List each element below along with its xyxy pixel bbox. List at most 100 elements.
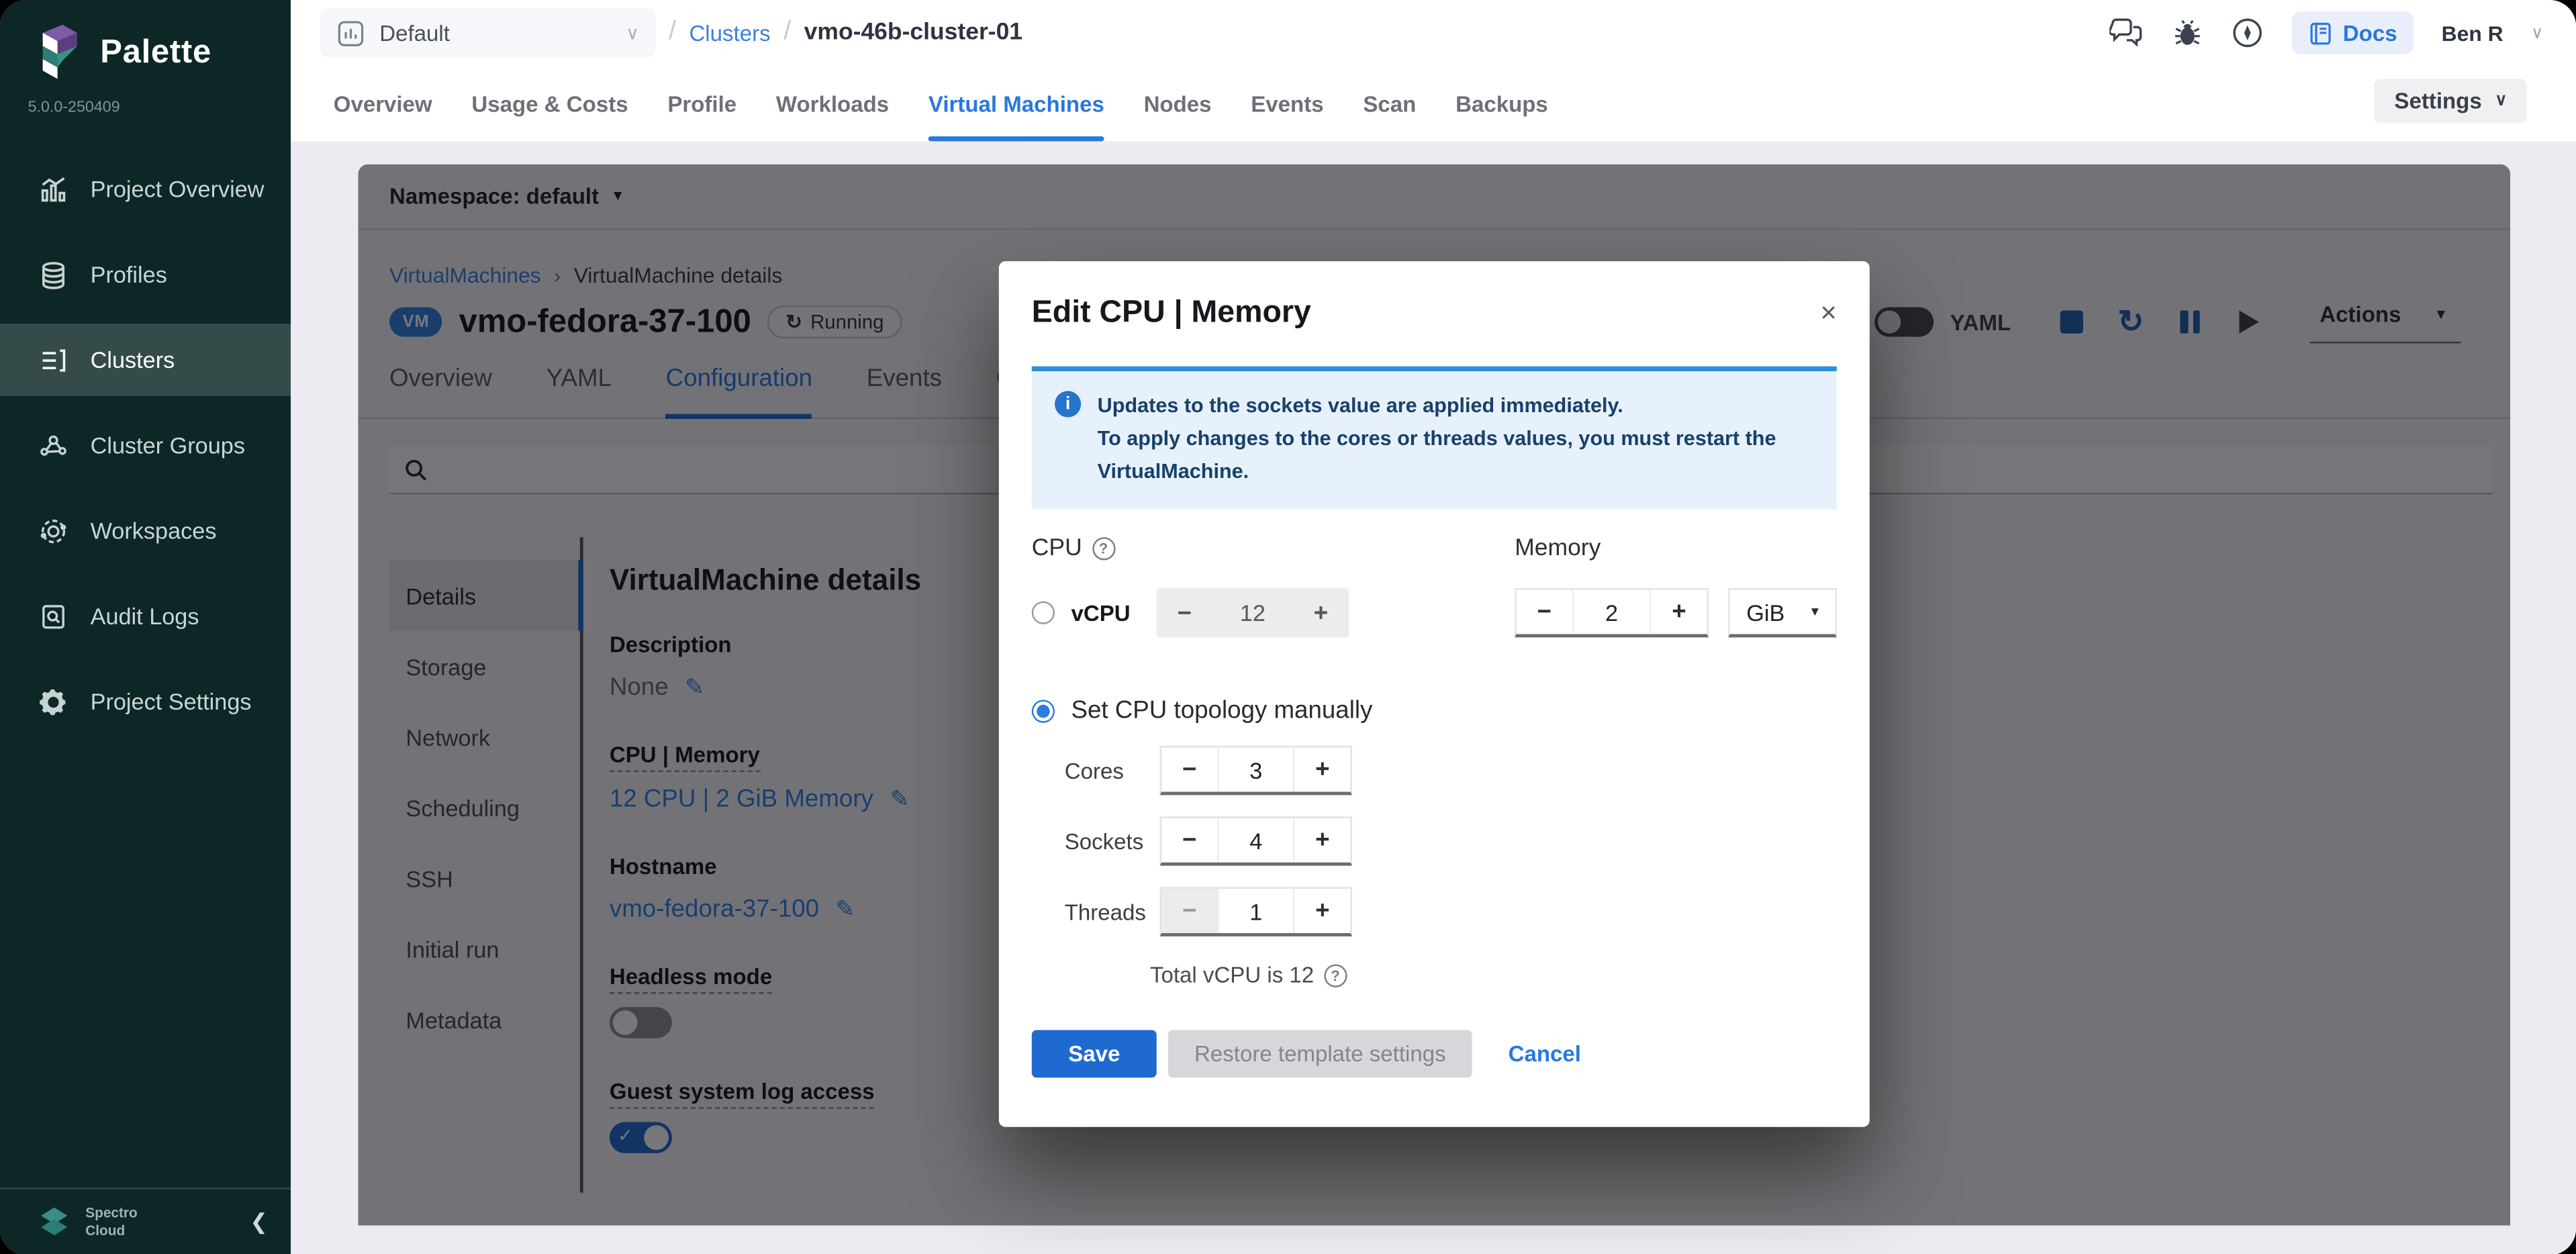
- tab-backups[interactable]: Backups: [1456, 66, 1548, 142]
- settings-button[interactable]: Settings ∨: [2375, 79, 2527, 123]
- tab-nodes[interactable]: Nodes: [1144, 66, 1212, 142]
- modal-title: Edit CPU | Memory: [1032, 295, 1311, 332]
- sidebar-collapse-icon[interactable]: ❮: [250, 1208, 268, 1235]
- sidebar: Palette 5.0.0-250409 Project Overview: [0, 0, 291, 1254]
- sockets-stepper: − 4 +: [1160, 816, 1352, 865]
- project-selector-value: Default: [379, 21, 450, 46]
- breadcrumb-clusters-link[interactable]: Clusters: [689, 21, 770, 46]
- layers-icon: [38, 258, 68, 289]
- breadcrumb-current: vmo-46b-cluster-01: [804, 19, 1022, 46]
- sidebar-item-label: Project Overview: [91, 176, 265, 202]
- threads-value[interactable]: 1: [1217, 889, 1294, 933]
- project-icon: [337, 19, 365, 47]
- cores-increment-button[interactable]: +: [1294, 747, 1350, 791]
- topology-radio[interactable]: [1032, 699, 1055, 722]
- info-line-1: Updates to the sockets value are applied…: [1098, 389, 1814, 422]
- info-line-2: To apply changes to the cores or threads…: [1098, 422, 1814, 488]
- tab-usage-costs[interactable]: Usage & Costs: [471, 66, 628, 142]
- cores-stepper: − 3 +: [1160, 746, 1352, 795]
- total-vcpu-label: Total vCPU is 12: [1150, 963, 1314, 987]
- chat-icon[interactable]: [2109, 18, 2144, 48]
- topology-label: Set CPU topology manually: [1071, 697, 1373, 725]
- sockets-value[interactable]: 4: [1217, 818, 1294, 863]
- sockets-decrement-button[interactable]: −: [1161, 818, 1217, 863]
- total-vcpu-help-icon[interactable]: ?: [1324, 963, 1347, 986]
- vcpu-label: vCPU: [1071, 600, 1157, 625]
- sidebar-item-label: Workspaces: [91, 518, 217, 544]
- network-icon: [38, 430, 68, 461]
- threads-label: Threads: [1065, 900, 1160, 924]
- spectro-cloud-name: Spectro Cloud: [85, 1204, 137, 1239]
- tab-profile[interactable]: Profile: [667, 66, 736, 142]
- sidebar-item-profiles[interactable]: Profiles: [0, 238, 291, 311]
- vcpu-value[interactable]: 12: [1212, 588, 1293, 637]
- tab-virtual-machines[interactable]: Virtual Machines: [928, 66, 1104, 142]
- sidebar-footer: Spectro Cloud ❮: [0, 1187, 291, 1254]
- edit-cpu-memory-modal: Edit CPU | Memory × i Updates to the soc…: [999, 261, 1870, 1127]
- memory-decrement-button[interactable]: −: [1517, 590, 1572, 634]
- threads-increment-button[interactable]: +: [1294, 889, 1350, 933]
- sidebar-item-label: Profiles: [91, 261, 167, 287]
- sidebar-item-cluster-groups[interactable]: Cluster Groups: [0, 409, 291, 481]
- tab-overview[interactable]: Overview: [334, 66, 432, 142]
- docs-button[interactable]: Docs: [2292, 11, 2414, 54]
- info-banner: i Updates to the sockets value are appli…: [1032, 367, 1837, 510]
- vcpu-increment-button[interactable]: +: [1293, 588, 1349, 637]
- sidebar-item-label: Project Settings: [91, 688, 252, 714]
- orbit-icon: [38, 515, 68, 546]
- version-label: 5.0.0-250409: [0, 82, 291, 116]
- vcpu-radio[interactable]: [1032, 601, 1055, 624]
- app-window: Palette 5.0.0-250409 Project Overview: [0, 0, 2576, 1254]
- memory-unit-select[interactable]: GiB ▾: [1728, 588, 1837, 637]
- topbar: Default ∨ / Clusters / vmo-46b-cluster-0…: [291, 0, 2576, 66]
- restore-template-button[interactable]: Restore template settings: [1168, 1030, 1472, 1077]
- tab-events[interactable]: Events: [1251, 66, 1323, 142]
- tab-workloads[interactable]: Workloads: [776, 66, 889, 142]
- book-icon: [2308, 21, 2333, 46]
- user-chevron-down-icon[interactable]: ∨: [2531, 23, 2543, 42]
- gear-icon: [38, 686, 68, 717]
- sidebar-item-label: Audit Logs: [91, 603, 199, 629]
- threads-decrement-button[interactable]: −: [1161, 889, 1217, 933]
- vcpu-stepper: − 12 +: [1157, 588, 1349, 637]
- audit-log-icon: [38, 600, 68, 631]
- docs-label: Docs: [2343, 21, 2397, 46]
- cores-value[interactable]: 3: [1217, 747, 1294, 791]
- cpu-section-label: CPU: [1032, 536, 1082, 562]
- memory-increment-button[interactable]: +: [1651, 590, 1707, 634]
- palette-logo-icon: [33, 23, 85, 82]
- sidebar-item-workspaces[interactable]: Workspaces: [0, 495, 291, 567]
- sidebar-item-label: Clusters: [91, 346, 175, 373]
- sidebar-nav: Project Overview Profiles: [0, 153, 291, 738]
- bar-chart-icon: [38, 173, 68, 204]
- sidebar-item-project-settings[interactable]: Project Settings: [0, 665, 291, 738]
- sidebar-item-project-overview[interactable]: Project Overview: [0, 153, 291, 226]
- cores-decrement-button[interactable]: −: [1161, 747, 1217, 791]
- sidebar-item-audit-logs[interactable]: Audit Logs: [0, 580, 291, 653]
- sockets-label: Sockets: [1065, 829, 1160, 854]
- tab-scan[interactable]: Scan: [1363, 66, 1416, 142]
- close-icon[interactable]: ×: [1821, 297, 1837, 330]
- project-selector[interactable]: Default ∨: [320, 8, 655, 57]
- memory-unit-value: GiB: [1746, 599, 1784, 625]
- memory-value[interactable]: 2: [1572, 590, 1651, 634]
- cancel-button[interactable]: Cancel: [1509, 1041, 1581, 1066]
- threads-stepper: − 1 +: [1160, 887, 1352, 936]
- spectro-cloud-logo: [36, 1204, 73, 1240]
- chevron-down-icon: ∨: [2495, 92, 2507, 110]
- brand-name: Palette: [100, 34, 211, 71]
- unit-caret-icon: ▾: [1811, 603, 1819, 621]
- memory-stepper: − 2 +: [1515, 588, 1709, 637]
- save-button[interactable]: Save: [1032, 1030, 1157, 1077]
- chevron-down-icon: ∨: [626, 22, 639, 44]
- palette-brand: Palette: [0, 0, 291, 82]
- breadcrumb-separator: /: [669, 18, 676, 48]
- sockets-increment-button[interactable]: +: [1294, 818, 1350, 863]
- cpu-help-icon[interactable]: ?: [1092, 537, 1114, 560]
- vcpu-decrement-button[interactable]: −: [1157, 588, 1212, 637]
- sidebar-item-clusters[interactable]: Clusters: [0, 324, 291, 396]
- bug-report-icon[interactable]: [2172, 17, 2203, 48]
- cores-label: Cores: [1065, 758, 1160, 783]
- compass-help-icon[interactable]: [2231, 16, 2264, 49]
- user-menu[interactable]: Ben R: [2442, 21, 2503, 46]
